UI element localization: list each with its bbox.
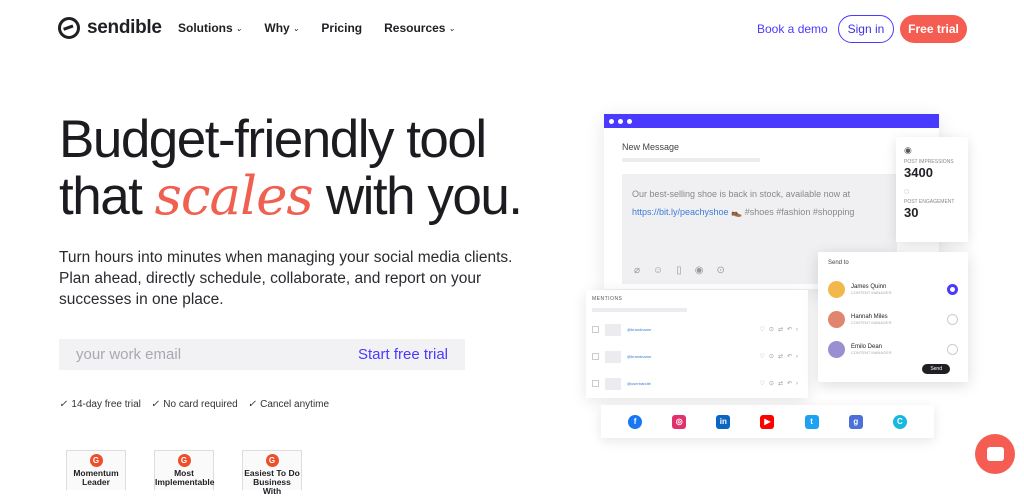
award-badges: G Momentum Leader G Most Implementable G Ea… [66,450,302,496]
message-tags: 👞 #shoes #fashion #shopping [728,207,855,217]
post-stats-card: ◉ POST IMPRESSIONS 3400 ◌ POST ENGAGEMEN… [896,137,968,242]
radio [947,313,958,325]
attach-icon: ⌀ [634,265,641,276]
location-icon: ⊙ [716,265,725,276]
chat-icon: ◌ [904,186,910,196]
perk-item: ✓ No card required [150,399,238,410]
signup-form: Start free trial [59,339,465,370]
chevron-down-icon: ⌄ [235,23,243,33]
headline-line2-pre: that [59,167,155,226]
mention-actions-icon: ♡⊙⇄↶› [759,354,802,360]
perk-item: ✓ 14-day free trial [59,399,141,410]
g2-badge: G Easiest To Do Business With [242,450,302,496]
compose-toolbar: ⌀ ☺ ▯ ◉ ⊙ [634,265,725,276]
window-titlebar [604,114,939,128]
person-row: Emilo Dean CONTENT MANAGER [828,334,958,364]
message-text: Our best-selling shoe is back in stock, … [632,189,851,199]
menu-resources[interactable]: Resources ⌄ [384,21,455,35]
chat-widget-button[interactable] [975,434,1015,474]
person-row: Hannah Miles CONTENT MANAGER [828,304,958,334]
hero-subtitle: Turn hours into minutes when managing yo… [59,249,513,308]
brand-name: sendible [87,17,162,38]
message-link: https://bit.ly/peachyshoe [632,207,729,217]
top-nav: sendible Solutions ⌄ Why ⌄ Pricing Resourc… [0,0,1024,58]
menu-why[interactable]: Why ⌄ [264,21,299,35]
check-icon: ✓ [59,399,68,410]
mention-actions-icon: ♡⊙⇄↶› [759,327,802,333]
start-trial-button[interactable]: Start free trial [358,346,448,363]
g2-icon: G [177,454,191,467]
social-networks-bar: f ◎ in ▶ t g C [601,405,934,438]
instagram-icon: ◎ [672,414,687,429]
headline-line1: Budget-friendly tool [59,110,487,169]
canva-icon: C [892,414,907,429]
eye-icon: ◉ [904,145,912,155]
g2-badge: G Momentum Leader [66,450,126,490]
linkedin-icon: in [716,414,731,429]
mention-row: @brandname ♡⊙⇄↶› [592,316,802,343]
headline-line2-post: with you. [312,167,523,226]
radio-selected [947,283,958,295]
perk-item: ✓ Cancel anytime [247,399,330,410]
main-menu: Solutions ⌄ Why ⌄ Pricing Resources ⌄ [178,21,455,35]
check-icon: ✓ [150,399,160,410]
send-button: Send [922,364,950,374]
mention-actions-icon: ♡⊙⇄↶› [759,381,802,387]
preview-icon: ◉ [694,265,704,276]
g2-icon: G [265,454,279,467]
free-trial-button[interactable]: Free trial [900,15,967,43]
chevron-down-icon: ⌄ [448,23,456,33]
book-demo-link[interactable]: Book a demo [757,22,828,36]
twitter-icon: t [804,414,819,429]
check-icon: ✓ [247,399,257,410]
person-row: James Quinn CONTENT MANAGER [828,274,958,304]
send-to-card: Send to James Quinn CONTENT MANAGER Hanna… [818,252,968,382]
g2-icon: G [89,454,103,467]
radio [947,343,958,355]
avatar [828,340,845,358]
compose-title: New Message [622,142,680,152]
avatar [828,280,845,298]
menu-pricing[interactable]: Pricing [321,21,362,35]
avatar [828,310,845,328]
emoji-icon: ☺ [653,265,664,276]
chevron-down-icon: ⌄ [292,23,300,33]
facebook-icon: f [628,414,643,429]
hero-headline: Budget-friendly tool that scales with yo… [59,110,523,227]
mention-row: @userhandle ♡⊙⇄↶› [592,370,802,397]
chat-bubble-icon [986,447,1004,461]
sign-in-button[interactable]: Sign in [838,15,894,43]
g2-badge: G Most Implementable [154,450,215,490]
youtube-icon: ▶ [760,414,775,429]
google-business-icon: g [848,414,863,429]
email-input[interactable] [76,346,276,363]
headline-emphasis: scales [154,166,314,227]
menu-solutions[interactable]: Solutions ⌄ [178,21,242,35]
perks-list: ✓ 14-day free trial ✓ No card required ✓ Ca… [59,399,329,410]
media-icon: ▯ [676,265,682,276]
mentions-card: MENTIONS @brandname ♡⊙⇄↶› @brandname ♡⊙⇄↶›… [586,290,808,398]
sendible-logo-icon [58,17,80,39]
mention-row: @brandname ♡⊙⇄↶› [592,343,802,370]
brand-logo[interactable]: sendible [58,17,162,39]
